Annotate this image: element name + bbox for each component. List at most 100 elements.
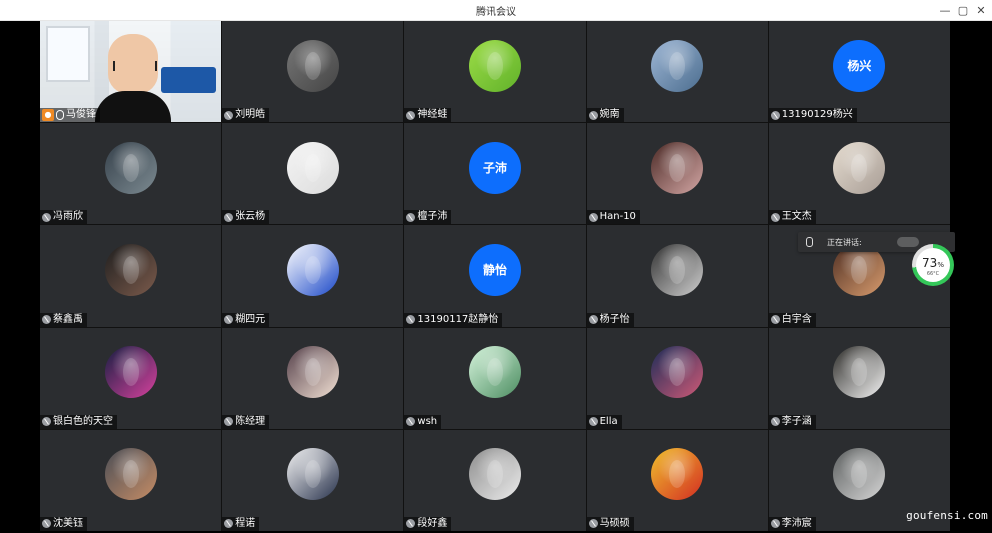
minimize-icon[interactable]: — [936,2,954,18]
participant-name: 李沛宸 [781,517,812,529]
participant-avatar [468,346,521,399]
participant-name: 檀子沛 [417,211,448,223]
participant-tile[interactable]: 糊四元 [222,225,404,327]
participant-name: 银白色的天空 [53,415,113,427]
participant-name: 程诺 [235,517,256,529]
participant-tile[interactable]: 张云杨 [222,123,404,225]
participant-avatar [104,141,157,194]
muted-mic-icon [42,212,51,222]
participant-name-tag: 张云杨 [222,210,270,225]
participant-tile[interactable]: 李子涵 [768,327,950,429]
muted-mic-icon [224,417,234,427]
muted-mic-icon [42,519,51,529]
participant-avatar: 子沛 [468,141,521,194]
participant-avatar [286,39,339,92]
participant-name: Ella [599,415,618,427]
participant-tile[interactable]: 陈经理 [222,327,404,429]
participant-tile[interactable]: 段好鑫 [404,429,586,531]
participant-name-tag: 糊四元 [222,312,270,327]
participant-name-tag: 檀子沛 [404,210,452,225]
participant-tile[interactable]: Han-10 [586,123,768,225]
muted-mic-icon [406,519,416,529]
participant-name: 陈经理 [235,415,266,427]
participant-name: 13190117赵静怡 [417,313,499,325]
speaking-label: 正在讲话: [827,237,862,247]
participant-tile[interactable]: Ella [586,327,768,429]
watermark: goufensi.com [906,509,988,522]
participant-avatar [651,448,704,501]
participant-tile[interactable]: 神经蛙 [404,21,586,123]
participant-avatar [833,141,886,194]
participant-name: 刘明皓 [235,109,266,121]
participant-name: Han-10 [599,211,636,223]
participant-avatar: 杨兴 [833,39,886,92]
participant-name-tag: 段好鑫 [404,516,452,531]
muted-mic-icon [42,417,51,427]
participant-name: wsh [417,415,438,427]
participant-name-tag: 杨子怡 [586,312,634,327]
participant-avatar [468,448,521,501]
participant-name: 糊四元 [235,313,266,325]
participant-name: 蔡鑫禹 [53,313,83,325]
participant-name: 张云杨 [235,211,266,223]
participant-name: 沈美钰 [53,517,83,529]
participant-avatar [104,448,157,501]
participant-avatar [833,448,886,501]
muted-mic-icon [42,315,51,325]
participant-name-tag: 李沛宸 [768,516,816,531]
participant-tile[interactable]: 杨兴 13190129杨兴 [768,21,950,123]
participant-name: 段好鑫 [417,517,448,529]
cpu-widget: 73% 66°C [912,244,954,286]
participant-tile[interactable]: 沈美钰 [40,429,222,531]
video-sofa-background [161,67,217,93]
participant-avatar [833,346,886,399]
host-user-icon: ● [42,109,54,122]
cpu-percent-row: 73% [922,252,944,271]
restore-icon[interactable]: ▢ [954,2,972,18]
participant-name-tag: 王文杰 [768,210,816,225]
participant-tile[interactable]: 子沛檀子沛 [404,123,586,225]
titlebar: 腾讯会议 — ▢ ✕ [0,0,992,21]
participant-name-tag: 刘明皓 [222,108,270,123]
participant-name: 神经蛙 [417,109,448,121]
participant-tile[interactable]: ● 马俊锋 [40,21,222,123]
participant-name-tag: 马硕硕 [586,516,634,531]
participant-tile[interactable]: 刘明皓 [222,21,404,123]
muted-mic-icon [770,212,780,222]
participant-name: 王文杰 [781,211,812,223]
close-icon[interactable]: ✕ [972,2,990,18]
participant-tile[interactable]: 程诺 [222,429,404,531]
mic-icon [56,110,64,121]
muted-mic-icon [406,417,416,427]
video-glasses [113,61,157,71]
participant-tile[interactable]: 蔡鑫禹 [40,225,222,327]
window-title: 腾讯会议 [476,7,516,18]
participant-name: 杨子怡 [599,313,630,325]
participant-tile[interactable]: 银白色的天空 [40,327,222,429]
mic-icon [806,237,813,247]
participant-tile[interactable]: 静怡 13190117赵静怡 [404,225,586,327]
participant-tile[interactable]: 冯雨欣 [40,123,222,225]
participant-name: 马俊锋 [66,109,96,121]
speaking-avatars [897,237,919,247]
participant-tile[interactable]: 马硕硕 [586,429,768,531]
participant-name-tag: 冯雨欣 [40,210,87,225]
video-shirt [95,91,171,123]
participant-tile[interactable]: 王文杰 [768,123,950,225]
cpu-temp: 66°C [926,271,940,277]
participant-tile[interactable]: wsh [404,327,586,429]
muted-mic-icon [588,212,598,222]
participant-tile[interactable]: 杨子怡 [586,225,768,327]
participant-tile[interactable]: 婉南 [586,21,768,123]
muted-mic-icon [406,315,416,325]
muted-mic-icon [224,519,234,529]
participant-name-tag: 神经蛙 [404,108,452,123]
participant-name-tag: 沈美钰 [40,516,87,531]
participant-avatar [286,141,339,194]
muted-mic-icon [588,417,598,427]
cpu-percent-suffix: % [937,261,944,269]
participant-avatar [651,346,704,399]
muted-mic-icon [588,110,598,120]
participant-name-tag: 白宇含 [768,312,816,327]
video-window-background [46,26,90,82]
